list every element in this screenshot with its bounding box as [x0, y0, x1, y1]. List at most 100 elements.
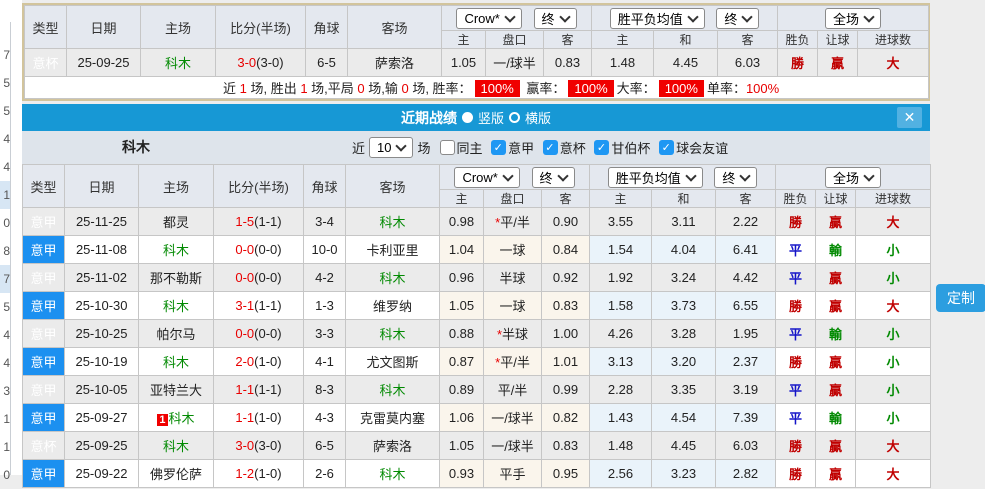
mean-stage-select[interactable]: 终 — [714, 166, 758, 188]
col-score: 比分(半场) — [215, 5, 306, 49]
league-filters: 同主 意甲 意杯 甘伯杯 — [435, 138, 728, 158]
odds-stage-select[interactable]: 终 — [533, 7, 577, 29]
history-row: 意甲 25-09-27 1 科木 1-1(1-0) 4-3 克雷莫内塞 1.06 … — [22, 403, 932, 432]
league-filter[interactable]: 意杯 — [542, 138, 586, 157]
clipped-number: 5 — [3, 76, 10, 90]
cell-away-team: 科木 — [345, 319, 440, 348]
col-corner: 角球 — [303, 164, 346, 208]
col-away: 客场 — [347, 5, 442, 49]
cell-date: 25-11-02 — [64, 263, 139, 292]
mean-type-select[interactable]: 胜平负均值 — [607, 166, 703, 188]
cell-corner: 10-0 — [303, 235, 346, 264]
horizontal-layout-label[interactable]: 横版 — [525, 108, 551, 127]
cell-handicap-result: 贏 — [815, 207, 857, 236]
checkbox-icon[interactable] — [659, 139, 675, 155]
col-handicap-line: 盘口 — [485, 30, 544, 49]
cell-odds-home: 0.98 — [439, 207, 484, 236]
stats-segment: 场, 胜率： — [408, 81, 472, 96]
clipped-number-column: 7 5 5 4 4 1 0 8 7 5 4 4 3 1 1 0 — [0, 41, 10, 489]
cell-goals: 小 — [855, 319, 932, 348]
bookmaker-select[interactable]: Crow* — [454, 166, 520, 188]
close-icon[interactable]: ✕ — [897, 107, 922, 128]
customize-button[interactable]: 定制 — [936, 284, 985, 312]
cell-away-team: 尤文图斯 — [345, 347, 440, 376]
checkbox-icon[interactable] — [439, 139, 455, 155]
clipped-number: 0 — [3, 216, 10, 230]
chevron-down-icon — [739, 169, 752, 182]
cell-date: 25-10-25 — [64, 319, 139, 348]
league-filter-label[interactable]: 甘伯杯 — [611, 138, 650, 157]
league-filter-label[interactable]: 球会友谊 — [676, 138, 728, 157]
cell-corner: 1-3 — [303, 291, 346, 320]
clipped-number: 4 — [3, 356, 10, 370]
cell-handicap-line: 一/球半 — [483, 403, 542, 432]
cell-odds-away: 0.99 — [541, 375, 590, 404]
cell-score: 1-2(1-0) — [213, 459, 304, 488]
stats-segment: 1 — [300, 81, 308, 96]
match-summary-box: 类型 日期 主场 比分(半场) 角球 客场 Crow* 终 胜平负均值 终 全场… — [22, 3, 930, 101]
cell-odds-home: 0.96 — [439, 263, 484, 292]
league-filter-label[interactable]: 意杯 — [560, 138, 586, 157]
scope-select[interactable]: 全场 — [825, 166, 882, 188]
cell-odds-home: 0.93 — [439, 459, 484, 488]
scope-select[interactable]: 全场 — [825, 7, 882, 29]
league-filter-label[interactable]: 意甲 — [508, 138, 534, 157]
cell-odds-home: 1.05 — [441, 48, 486, 77]
clipped-number: 4 — [3, 132, 10, 146]
cell-goals: 大 — [855, 431, 932, 460]
mean-stage-select[interactable]: 终 — [716, 7, 760, 29]
checkbox-icon[interactable] — [594, 139, 610, 155]
cell-league: 意甲 — [22, 459, 65, 488]
near-label: 近 — [352, 141, 366, 156]
cell-score: 0-0(0-0) — [213, 235, 304, 264]
league-filter[interactable]: 球会友谊 — [659, 138, 728, 157]
league-filter[interactable]: 甘伯杯 — [594, 138, 650, 157]
clipped-number: 4 — [3, 328, 10, 342]
col-home: 主场 — [140, 5, 216, 49]
match-count-select[interactable]: 10 — [369, 137, 414, 158]
stats-segment: 场, 胜出 — [246, 81, 301, 96]
col-mean-away: 客 — [714, 189, 777, 208]
league-filter[interactable]: 意甲 — [491, 138, 534, 157]
vertical-layout-radio[interactable] — [461, 112, 473, 123]
chevron-down-icon — [863, 10, 875, 23]
cell-mean-home: 2.28 — [589, 375, 652, 404]
cell-odds-home: 0.89 — [439, 375, 484, 404]
col-handicap-line: 盘口 — [483, 189, 542, 208]
stats-segment: 场,平局 — [307, 81, 358, 96]
league-filter[interactable]: 同主 — [439, 138, 483, 157]
stats-segment: 大率： — [616, 81, 656, 96]
checkbox-icon[interactable] — [542, 139, 558, 155]
stats-segment: 1 — [239, 81, 247, 96]
cell-odds-away: 1.00 — [541, 319, 590, 348]
cell-mean-home: 1.58 — [589, 291, 652, 320]
chevron-down-icon — [685, 169, 697, 182]
horizontal-layout-radio[interactable] — [509, 112, 520, 123]
cell-home-team: 都灵 — [138, 207, 214, 236]
cell-mean-home: 1.54 — [589, 235, 652, 264]
cell-date: 25-10-05 — [64, 375, 139, 404]
cell-mean-away: 6.41 — [714, 235, 777, 264]
cell-mean-draw: 4.45 — [653, 48, 718, 77]
cell-mean-away: 4.42 — [714, 263, 777, 292]
cell-odds-home: 1.05 — [439, 291, 484, 320]
cell-league: 意甲 — [22, 235, 65, 264]
mean-type-select[interactable]: 胜平负均值 — [609, 7, 705, 29]
cell-result: 勝 — [775, 207, 817, 236]
bookmaker-select[interactable]: Crow* — [456, 7, 522, 29]
cell-corner: 4-2 — [303, 263, 346, 292]
cell-handicap-line: 一/球半 — [483, 431, 542, 460]
cell-date: 25-10-30 — [64, 291, 139, 320]
league-filter-label[interactable]: 同主 — [457, 138, 483, 157]
history-table: 类型 日期 主场 比分(半场) 角球 客场 Crow* 终 胜平负均值 终 全场 — [22, 164, 932, 488]
col-score: 比分(半场) — [213, 164, 304, 208]
cell-mean-away: 2.37 — [714, 347, 777, 376]
vertical-layout-label[interactable]: 竖版 — [478, 108, 504, 127]
checkbox-icon[interactable] — [491, 139, 507, 155]
col-odds-away: 客 — [543, 30, 592, 49]
cell-mean-home: 1.48 — [589, 431, 652, 460]
cell-result: 勝 — [775, 291, 817, 320]
cell-date: 25-11-25 — [64, 207, 139, 236]
odds-stage-select[interactable]: 终 — [531, 166, 575, 188]
cell-away-team: 克雷莫内塞 — [345, 403, 440, 432]
